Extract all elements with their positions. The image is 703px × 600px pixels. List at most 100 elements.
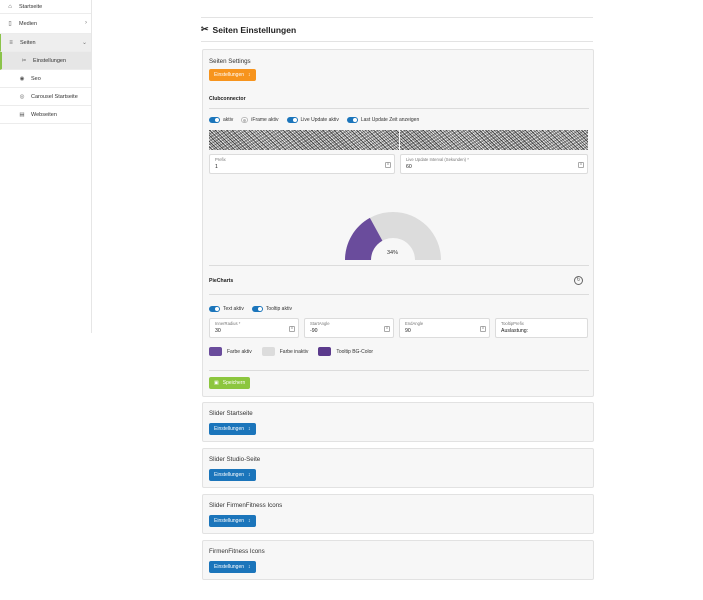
web-icon: ▤ xyxy=(19,111,25,118)
prefix-field[interactable]: Prefix 1 ⇕ xyxy=(209,154,395,174)
sidebar-item-label: Einstellungen xyxy=(33,57,67,64)
title-divider xyxy=(201,41,593,42)
field-value: 1 xyxy=(215,164,218,170)
field-value: 30 xyxy=(215,328,221,334)
color-swatch[interactable] xyxy=(318,347,332,356)
media-icon: ▯ xyxy=(8,21,12,27)
spinner-icon[interactable]: ⇕ xyxy=(289,326,295,332)
settings-button[interactable]: Einstellungen ↕ xyxy=(209,423,256,435)
toggle-iframe-aktiv[interactable]: iFrame aktiv xyxy=(241,117,279,123)
toggle-switch[interactable] xyxy=(286,117,298,123)
color-picker-farbe-inaktiv[interactable]: Farbe inaktiv xyxy=(261,347,309,356)
toggle-switch[interactable] xyxy=(346,117,358,123)
gauge-percent: 34% xyxy=(387,250,399,256)
divider xyxy=(209,108,589,109)
spinner-icon[interactable]: ⇕ xyxy=(384,326,390,332)
sidebar-item-webseiten[interactable]: ▤ Webseiten xyxy=(0,106,91,124)
eye-icon: ◉ xyxy=(19,75,25,82)
arrows-icon: ↕ xyxy=(248,72,251,78)
sidebar-item-einstellungen[interactable]: ✂ Einstellungen xyxy=(0,52,91,70)
settings-button[interactable]: Einstellungen ↕ xyxy=(209,561,256,573)
button-label: Einstellungen xyxy=(214,472,245,478)
color-swatch[interactable] xyxy=(209,347,222,356)
reset-icon[interactable]: ↻ xyxy=(574,276,583,285)
clubconnector-toggles: aktiv iFrame aktiv Live Update aktiv Las… xyxy=(209,117,423,123)
sidebar-item-label: Webseiten xyxy=(31,111,57,118)
divider xyxy=(209,370,589,371)
sidebar-item-seo[interactable]: ◉ Seo xyxy=(0,70,91,88)
sidebar-item-label: Seo xyxy=(31,75,41,82)
settings-button[interactable]: Einstellungen ↕ xyxy=(209,469,256,481)
section-label-piecharts: PieCharts xyxy=(209,278,234,284)
field-label: StartAngle xyxy=(310,321,330,326)
save-icon: ▣ xyxy=(214,380,219,386)
toggle-last-update[interactable]: Last Update Zeit anzeigen xyxy=(346,117,419,123)
sidebar-item-label: Medien xyxy=(19,20,38,27)
firmenfitness-icons-card: FirmenFitness Icons Einstellungen ↕ xyxy=(202,540,594,580)
settings-button[interactable]: Einstellungen ↕ xyxy=(209,515,256,527)
field-label: EndAngle xyxy=(405,321,424,326)
spinner-icon[interactable]: ⇕ xyxy=(578,162,584,168)
save-button[interactable]: ▣ Speichern xyxy=(209,377,251,389)
toggle-switch[interactable] xyxy=(209,117,220,123)
field-value: Auslastung: xyxy=(501,328,529,334)
piechart-toggles: Text aktiv Tooltip aktiv xyxy=(209,306,296,312)
sidebar-item-startseite[interactable]: ⌂ Startseite xyxy=(0,0,91,14)
color-swatches: Farbe aktiv Farbe inaktiv Tooltip BG-Col… xyxy=(209,347,383,356)
start-angle-field[interactable]: StartAngle -90 ⇕ xyxy=(304,318,394,338)
spinner-icon[interactable]: ⇕ xyxy=(385,162,391,168)
button-label: Einstellungen xyxy=(214,564,245,570)
toggle-tooltip-aktiv[interactable]: Tooltip aktiv xyxy=(251,306,292,312)
field-label: TooltipPrefix xyxy=(501,321,524,326)
arrows-icon: ↕ xyxy=(248,472,251,478)
swatch-label: Farbe inaktiv xyxy=(279,348,309,355)
toggle-label: Tooltip aktiv xyxy=(265,306,292,312)
card-title: Slider Studio-Seite xyxy=(209,456,261,463)
settings-button[interactable]: Einstellungen ↕ xyxy=(209,69,256,81)
button-label: Einstellungen xyxy=(214,518,245,524)
color-swatch[interactable] xyxy=(261,347,275,356)
sidebar-item-medien[interactable]: ▯ Medien › xyxy=(0,14,91,34)
toggle-switch[interactable] xyxy=(251,306,263,312)
inner-radius-field[interactable]: InnerRadius * 30 ⇕ xyxy=(209,318,299,338)
sidebar-item-seiten[interactable]: ≡ Seiten ⌄ xyxy=(0,34,91,52)
chevron-right-icon: › xyxy=(85,20,87,26)
field-value: -90 xyxy=(310,328,318,334)
toggle-text-aktiv[interactable]: Text aktiv xyxy=(209,306,244,312)
sidebar-item-label: Startseite xyxy=(19,3,43,10)
list-icon: ≡ xyxy=(9,39,13,46)
toggle-aktiv[interactable]: aktiv xyxy=(209,117,233,123)
field-label: InnerRadius * xyxy=(215,321,241,326)
tools-icon: ✂ xyxy=(201,24,209,34)
arrows-icon: ↕ xyxy=(248,426,251,432)
button-label: Speichern xyxy=(222,380,246,386)
spinner-icon[interactable]: ⇕ xyxy=(480,326,486,332)
slider-firmenfitness-icons-card: Slider FirmenFitness Icons Einstellungen… xyxy=(202,494,594,534)
home-icon: ⌂ xyxy=(8,3,12,10)
sidebar-item-carousel-startseite[interactable]: ◎ Carousel Startseite xyxy=(0,88,91,106)
end-angle-field[interactable]: EndAngle 90 ⇕ xyxy=(399,318,490,338)
card-title: FirmenFitness Icons xyxy=(209,548,265,555)
divider xyxy=(209,294,589,295)
color-picker-tooltip-bg[interactable]: Tooltip BG-Color xyxy=(318,347,373,356)
toggle-label: iFrame aktiv xyxy=(251,117,279,123)
top-divider xyxy=(201,17,593,18)
sidebar: ⌂ Startseite ▯ Medien › ≡ Seiten ⌄ ✂ Ein… xyxy=(0,0,92,333)
noise-image xyxy=(400,130,588,150)
tooltip-prefix-field[interactable]: TooltipPrefix Auslastung: xyxy=(495,318,588,338)
swatch-label: Farbe aktiv xyxy=(227,348,252,355)
field-value: 60 xyxy=(406,164,412,170)
color-picker-farbe-aktiv[interactable]: Farbe aktiv xyxy=(209,347,252,356)
toggle-live-update[interactable]: Live Update aktiv xyxy=(286,117,339,123)
noise-image xyxy=(209,130,399,150)
tools-icon: ✂ xyxy=(21,57,27,64)
sidebar-item-label: Seiten xyxy=(20,39,36,46)
field-value: 90 xyxy=(405,328,411,334)
toggle-label: Live Update aktiv xyxy=(300,117,339,123)
toggle-switch[interactable] xyxy=(241,117,249,123)
arrows-icon: ↕ xyxy=(248,564,251,570)
interval-field[interactable]: Live Update Interval (Sekunden) * 60 ⇕ xyxy=(400,154,588,174)
settings-card: Seiten Settings Einstellungen ↕ Clubconn… xyxy=(202,49,594,397)
toggle-switch[interactable] xyxy=(209,306,220,312)
toggle-label: aktiv xyxy=(223,117,234,123)
